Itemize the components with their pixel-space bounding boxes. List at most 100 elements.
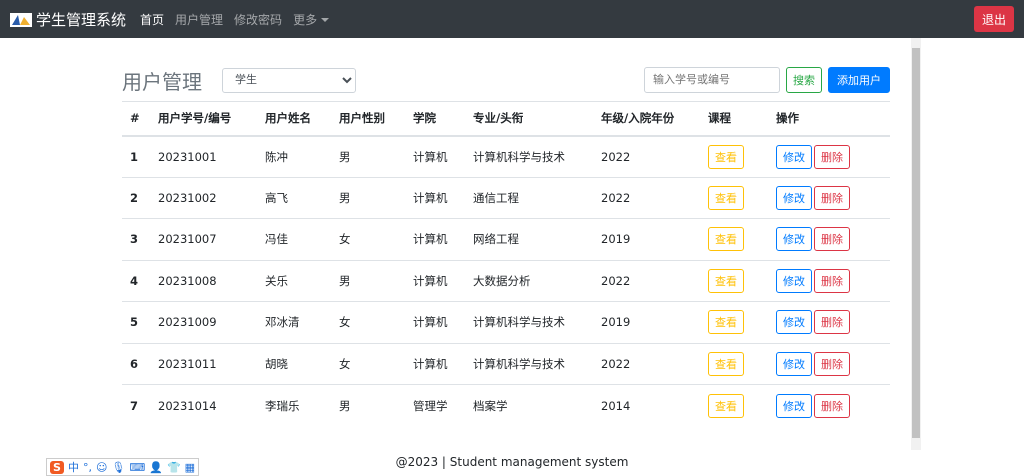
edit-button[interactable]: 修改 [776, 268, 812, 293]
view-course-button[interactable]: 查看 [708, 268, 744, 293]
column-header: 用户姓名 [257, 101, 331, 137]
view-course-button[interactable]: 查看 [708, 351, 744, 376]
ime-lang[interactable]: 中 [68, 459, 79, 475]
edit-button[interactable]: 修改 [776, 185, 812, 210]
table-cell: 陈冲 [257, 135, 331, 177]
delete-button[interactable]: 删除 [814, 268, 850, 293]
table-cell: 女 [331, 301, 405, 343]
table-row: 6 20231011 胡晓女计算机 计算机科学与技术 2022 查看 修改 删除 [122, 342, 890, 385]
course-cell: 查看 [700, 301, 768, 343]
table-cell: 女 [331, 218, 405, 260]
course-cell: 查看 [700, 259, 768, 302]
delete-button[interactable]: 删除 [814, 185, 850, 210]
column-header: # [122, 101, 150, 137]
table-cell: 计算机 [405, 218, 465, 260]
course-cell: 查看 [700, 342, 768, 385]
nav-change-password[interactable]: 修改密码 [234, 11, 282, 28]
keyboard-icon[interactable]: ⌨ [129, 461, 145, 474]
view-course-button[interactable]: 查看 [708, 185, 744, 210]
nav-home[interactable]: 首页 [140, 11, 164, 28]
table-cell: 计算机科学与技术 [465, 301, 593, 343]
table-cell: 2022 [593, 135, 700, 177]
table-cell: 计算机 [405, 135, 465, 177]
punctuation-icon[interactable]: °, [83, 461, 92, 474]
course-cell: 查看 [700, 384, 768, 426]
table-cell: 胡晓 [257, 342, 331, 385]
search-input[interactable] [644, 67, 780, 93]
sogou-logo: S [50, 460, 64, 474]
course-cell: 查看 [700, 176, 768, 219]
mic-icon[interactable]: 🎙 [111, 461, 125, 474]
table-cell: 邓冰清 [257, 301, 331, 343]
column-header: 操作 [768, 101, 890, 137]
table-cell: 2019 [593, 301, 700, 343]
navbar: 学生管理系统 首页 用户管理 修改密码 更多 退出 [0, 0, 1024, 38]
search-button[interactable]: 搜索 [786, 67, 822, 93]
logout-button[interactable]: 退出 [973, 6, 1014, 32]
table-cell: 计算机科学与技术 [465, 135, 593, 177]
emoji-icon[interactable]: ☺ [96, 461, 107, 474]
column-header: 学院 [405, 101, 465, 137]
table-cell: 20231007 [150, 218, 257, 260]
role-select[interactable]: 学生 [222, 67, 356, 93]
view-course-button[interactable]: 查看 [708, 393, 744, 418]
table-cell: 2 [122, 176, 150, 219]
view-course-button[interactable]: 查看 [708, 227, 744, 252]
edit-button[interactable]: 修改 [776, 144, 812, 169]
user-icon[interactable]: 👤 [149, 461, 163, 474]
view-course-button[interactable]: 查看 [708, 310, 744, 335]
actions-cell: 修改 删除 [768, 259, 890, 302]
page-title: 用户管理 [122, 69, 202, 94]
logo-icon [10, 11, 32, 27]
edit-button[interactable]: 修改 [776, 310, 812, 335]
nav-user-management[interactable]: 用户管理 [175, 11, 223, 28]
table-cell: 计算机 [405, 342, 465, 385]
column-header: 用户学号/编号 [150, 101, 257, 137]
table-cell: 计算机 [405, 259, 465, 302]
nav-more-dropdown[interactable]: 更多 [293, 11, 330, 28]
table-cell: 高飞 [257, 176, 331, 219]
brand[interactable]: 学生管理系统 [36, 9, 126, 30]
scrollbar-thumb[interactable] [912, 48, 920, 438]
table-cell: 计算机 [405, 176, 465, 219]
table-cell: 7 [122, 384, 150, 426]
edit-button[interactable]: 修改 [776, 393, 812, 418]
table-cell: 4 [122, 259, 150, 302]
table-cell: 关乐 [257, 259, 331, 302]
table-row: 3 20231007 冯佳女计算机 网络工程 2019 查看 修改 删除 [122, 218, 890, 260]
actions-cell: 修改 删除 [768, 342, 890, 385]
add-user-button[interactable]: 添加用户 [828, 67, 890, 93]
edit-button[interactable]: 修改 [776, 227, 812, 252]
table-cell: 男 [331, 259, 405, 302]
table-row: 4 20231008 关乐男计算机 大数据分析 2022 查看 修改 删除 [122, 259, 890, 302]
scrollbar[interactable] [911, 38, 921, 450]
delete-button[interactable]: 删除 [814, 227, 850, 252]
table-cell: 女 [331, 342, 405, 385]
skin-icon[interactable]: 👕 [167, 461, 181, 474]
caret-down-icon [321, 18, 330, 22]
user-table: # 用户学号/编号 用户姓名 用户性别 学院 专业/头衔 年级/入院年份 课程 操作 1 2023… [122, 101, 890, 426]
table-cell: 2022 [593, 259, 700, 302]
toolbox-icon[interactable]: ▦ [185, 461, 195, 474]
delete-button[interactable]: 删除 [814, 351, 850, 376]
course-cell: 查看 [700, 135, 768, 177]
table-cell: 20231011 [150, 342, 257, 385]
table-cell: 管理学 [405, 384, 465, 426]
ime-toolbar[interactable]: S 中 °, ☺ 🎙 ⌨ 👤 👕 ▦ [46, 458, 200, 476]
table-cell: 档案学 [465, 384, 593, 426]
table-cell: 男 [331, 176, 405, 219]
actions-cell: 修改 删除 [768, 135, 890, 177]
delete-button[interactable]: 删除 [814, 144, 850, 169]
delete-button[interactable]: 删除 [814, 393, 850, 418]
table-cell: 2014 [593, 384, 700, 426]
table-cell: 计算机 [405, 301, 465, 343]
actions-cell: 修改 删除 [768, 384, 890, 426]
edit-button[interactable]: 修改 [776, 351, 812, 376]
table-cell: 计算机科学与技术 [465, 342, 593, 385]
table-row: 2 20231002 高飞男计算机 通信工程 2022 查看 修改 删除 [122, 176, 890, 219]
table-cell: 20231009 [150, 301, 257, 343]
delete-button[interactable]: 删除 [814, 310, 850, 335]
view-course-button[interactable]: 查看 [708, 144, 744, 169]
table-cell: 通信工程 [465, 176, 593, 219]
table-cell: 20231014 [150, 384, 257, 426]
